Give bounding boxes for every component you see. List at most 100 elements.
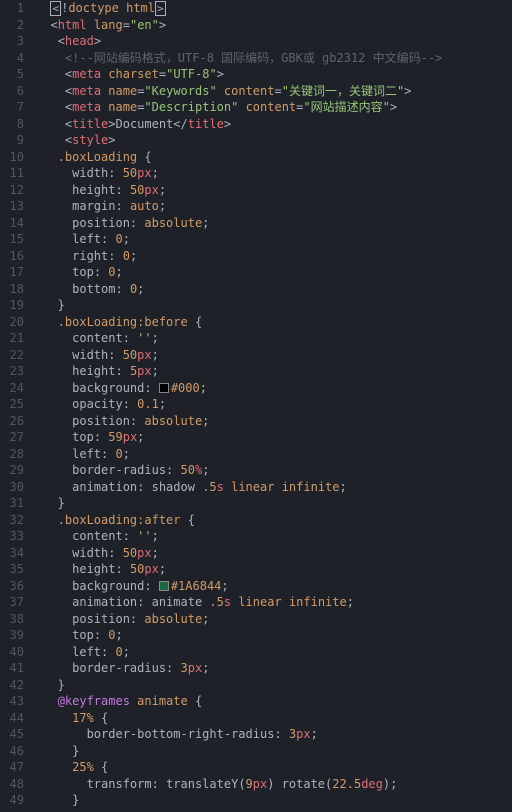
code-token: animate [152, 595, 210, 609]
code-line[interactable]: border-radius: 50%; [36, 462, 512, 479]
code-line[interactable]: height: 50px; [36, 182, 512, 199]
code-line[interactable]: <!--网站编码格式，UTF-8 国际编码，GBK或 gb2312 中文编码--… [36, 50, 512, 67]
code-line[interactable]: width: 50px; [36, 545, 512, 562]
code-line[interactable]: @keyframes animate { [36, 693, 512, 710]
code-line[interactable]: <!doctype html> [36, 0, 512, 17]
code-line[interactable]: <head> [36, 33, 512, 50]
code-token [87, 18, 94, 32]
code-line[interactable]: position: absolute; [36, 413, 512, 430]
code-line[interactable]: position: absolute; [36, 215, 512, 232]
code-line[interactable]: .boxLoading { [36, 149, 512, 166]
code-token: : [94, 265, 108, 279]
code-line[interactable]: opacity: 0.1; [36, 396, 512, 413]
code-token: auto [130, 199, 159, 213]
code-line[interactable]: background: #1A6844; [36, 578, 512, 595]
code-token: absolute [144, 612, 202, 626]
code-token: ; [200, 381, 207, 395]
code-token: ; [202, 463, 209, 477]
code-token [238, 100, 245, 114]
code-line[interactable]: <html lang="en"> [36, 17, 512, 34]
code-line[interactable]: top: 0; [36, 264, 512, 281]
code-token: : [108, 166, 122, 180]
code-token: style [72, 133, 108, 147]
code-token: ; [116, 265, 123, 279]
code-token: : [101, 645, 115, 659]
line-number: 42 [0, 677, 24, 694]
code-line[interactable]: margin: auto; [36, 198, 512, 215]
code-token: charset [108, 67, 159, 81]
code-line[interactable]: <title>Document</title> [36, 116, 512, 133]
code-token: position [72, 414, 130, 428]
code-line[interactable]: <style> [36, 132, 512, 149]
code-token: ; [152, 529, 159, 543]
code-token: border-radius [72, 661, 166, 675]
code-line[interactable]: left: 0; [36, 446, 512, 463]
code-line[interactable]: top: 0; [36, 627, 512, 644]
code-line[interactable]: .boxLoading:before { [36, 314, 512, 331]
code-token [36, 414, 72, 428]
code-line[interactable]: border-radius: 3px; [36, 660, 512, 677]
code-line[interactable]: background: #000; [36, 380, 512, 397]
code-token [36, 513, 58, 527]
code-line[interactable]: .boxLoading:after { [36, 512, 512, 529]
code-token: : [115, 364, 129, 378]
code-line[interactable]: border-bottom-right-radius: 3px; [36, 726, 512, 743]
code-line[interactable]: } [36, 297, 512, 314]
code-token: "关键词一，关键词二" [282, 84, 404, 98]
code-line[interactable]: <meta name="Description" content="网站描述内容… [36, 99, 512, 116]
code-token [36, 117, 65, 131]
line-number: 13 [0, 198, 24, 215]
code-line[interactable]: width: 50px; [36, 165, 512, 182]
code-line[interactable]: content: ''; [36, 528, 512, 545]
code-token: < [50, 18, 57, 32]
code-token: px [253, 777, 267, 791]
line-number: 14 [0, 215, 24, 232]
line-number: 35 [0, 561, 24, 578]
code-line[interactable]: } [36, 677, 512, 694]
code-line[interactable]: top: 59px; [36, 429, 512, 446]
code-line[interactable]: width: 50px; [36, 347, 512, 364]
code-line[interactable]: content: ''; [36, 330, 512, 347]
code-token: rotate [282, 777, 325, 791]
code-token: > [404, 84, 411, 98]
code-token: : [144, 579, 158, 593]
code-editor[interactable]: 1234567891011121314151617181920212223242… [0, 0, 512, 812]
code-token: opacity [72, 397, 123, 411]
code-token: ; [202, 216, 209, 230]
code-token: > [390, 100, 397, 114]
code-line[interactable]: 25% { [36, 759, 512, 776]
code-line[interactable]: left: 0; [36, 644, 512, 661]
code-area[interactable]: <!doctype html> <html lang="en"> <head> … [36, 0, 512, 812]
code-token: : [108, 546, 122, 560]
code-line[interactable]: left: 0; [36, 231, 512, 248]
code-line[interactable]: animation: shadow .5s linear infinite; [36, 479, 512, 496]
code-line[interactable]: } [36, 743, 512, 760]
code-token [36, 100, 65, 114]
code-line[interactable]: transform: translateY(9px) rotate(22.5de… [36, 776, 512, 793]
code-line[interactable]: position: absolute; [36, 611, 512, 628]
code-token: background [72, 381, 144, 395]
code-token: } [36, 298, 65, 312]
line-number: 32 [0, 512, 24, 529]
code-token [36, 381, 72, 395]
code-line[interactable]: } [36, 495, 512, 512]
code-line[interactable]: bottom: 0; [36, 281, 512, 298]
code-token [36, 727, 87, 741]
code-line[interactable]: 17% { [36, 710, 512, 727]
code-token [217, 84, 224, 98]
line-number: 8 [0, 116, 24, 133]
code-token: infinite [289, 595, 347, 609]
code-token [36, 1, 50, 15]
code-line[interactable]: right: 0; [36, 248, 512, 265]
code-token: linear [231, 480, 274, 494]
code-line[interactable]: height: 50px; [36, 561, 512, 578]
code-token: top [72, 628, 94, 642]
code-token [36, 777, 87, 791]
code-line[interactable]: <meta charset="UTF-8"> [36, 66, 512, 83]
code-line[interactable]: <meta name="Keywords" content="关键词一，关键词二… [36, 83, 512, 100]
code-line[interactable]: animation: animate .5s linear infinite; [36, 594, 512, 611]
code-token [36, 34, 58, 48]
code-token: shadow [152, 480, 203, 494]
code-line[interactable]: height: 5px; [36, 363, 512, 380]
code-line[interactable]: } [36, 792, 512, 809]
